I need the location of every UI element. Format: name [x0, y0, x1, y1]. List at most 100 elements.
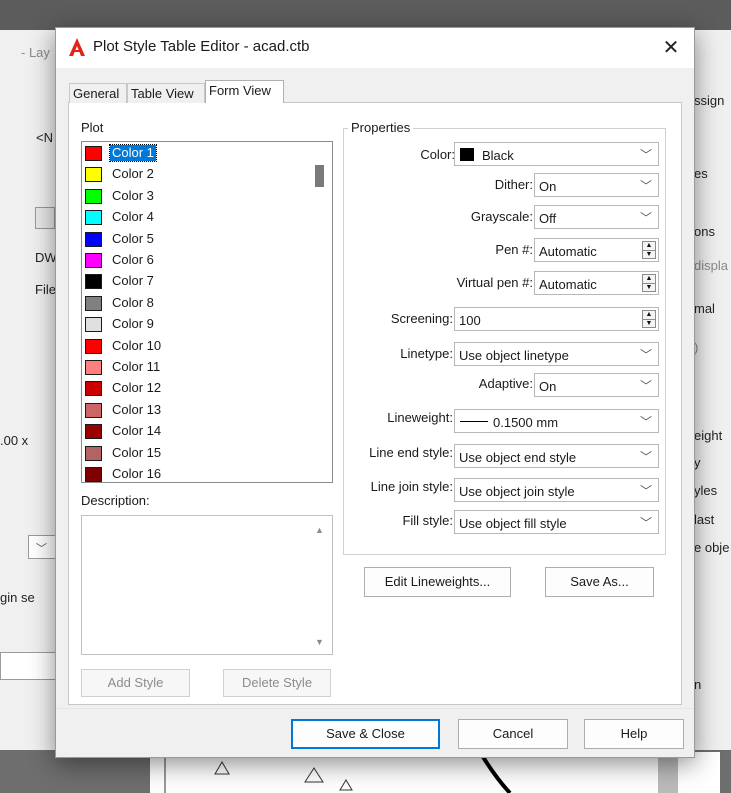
- arrow-up-icon[interactable]: ▲: [643, 275, 655, 283]
- plot-item-label: Color 8: [112, 294, 154, 310]
- virtual-pen-spinner[interactable]: Automatic ▲ ▼: [534, 271, 659, 295]
- bg-right-text: eight: [694, 428, 723, 443]
- save-close-button[interactable]: Save & Close: [291, 719, 440, 749]
- plot-item-label: Color 2: [112, 166, 154, 182]
- pen-number-label: Pen #:: [495, 242, 533, 257]
- list-item[interactable]: Color 9: [84, 314, 312, 335]
- tab-table-view[interactable]: Table View: [127, 83, 205, 103]
- list-item[interactable]: Color 13: [84, 400, 312, 421]
- bg-right-text: e obje: [694, 540, 730, 555]
- bg-right-text: last: [694, 512, 715, 527]
- bg-left-text: gin se: [0, 590, 35, 605]
- dither-label: Dither:: [494, 177, 533, 192]
- close-icon: ✕: [662, 37, 680, 59]
- list-item[interactable]: Color 1: [84, 143, 312, 164]
- color-swatch-icon: [85, 402, 102, 418]
- arrow-up-icon[interactable]: ▲: [643, 242, 655, 250]
- color-swatch-icon: [85, 424, 102, 440]
- color-swatch-icon: [85, 167, 102, 183]
- edit-lineweights-button[interactable]: Edit Lineweights...: [364, 567, 511, 597]
- list-item[interactable]: Color 4: [84, 207, 312, 228]
- list-item[interactable]: Color 6: [84, 250, 312, 271]
- spinner-buttons[interactable]: ▲ ▼: [642, 274, 656, 292]
- dither-dropdown[interactable]: On ﹀: [534, 173, 659, 197]
- bg-right-text: ons: [694, 224, 715, 239]
- add-style-button[interactable]: Add Style: [81, 669, 190, 697]
- list-item[interactable]: Color 16: [84, 464, 312, 482]
- bg-right-text: yles: [694, 483, 718, 498]
- description-textarea[interactable]: ▲ ▼: [81, 515, 333, 655]
- fill-style-dropdown[interactable]: Use object fill style ﹀: [454, 510, 659, 534]
- bg-left-text: File: [35, 282, 56, 297]
- cancel-button[interactable]: Cancel: [458, 719, 568, 749]
- grayscale-dropdown[interactable]: Off ﹀: [534, 205, 659, 229]
- arrow-down-icon[interactable]: ▼: [643, 319, 655, 327]
- plot-item-label: Color 10: [112, 337, 162, 353]
- virtual-pen-label: Virtual pen #:: [456, 275, 533, 290]
- plot-item-label: Color 11: [112, 359, 161, 374]
- scroll-up-icon[interactable]: ▲: [315, 525, 324, 535]
- delete-style-button[interactable]: Delete Style: [223, 669, 331, 697]
- description-label: Description:: [81, 493, 150, 508]
- color-swatch-icon: [85, 274, 102, 290]
- spinner-buttons[interactable]: ▲ ▼: [642, 241, 656, 259]
- color-swatch-icon: [85, 381, 102, 397]
- bg-tab-layout: - Lay: [21, 45, 50, 60]
- tab-general[interactable]: General: [69, 83, 127, 103]
- bg-right-text: n: [694, 677, 702, 692]
- list-item[interactable]: Color 3: [84, 186, 312, 207]
- screening-spinner[interactable]: 100 ▲ ▼: [454, 307, 659, 331]
- list-item[interactable]: Color 8: [84, 293, 312, 314]
- adaptive-dropdown[interactable]: On ﹀: [534, 373, 659, 397]
- color-swatch-icon: [85, 360, 102, 375]
- arrow-down-icon[interactable]: ▼: [643, 283, 655, 291]
- list-item[interactable]: Color 10: [84, 336, 312, 357]
- color-value: Black: [482, 148, 514, 163]
- bg-dropdown: ﹀: [28, 535, 56, 559]
- scroll-down-icon[interactable]: ▼: [315, 637, 324, 647]
- grayscale-label: Grayscale:: [470, 209, 533, 224]
- list-item[interactable]: Color 15: [84, 443, 312, 464]
- color-dropdown[interactable]: Black ﹀: [454, 142, 659, 166]
- background-titlebar: [0, 0, 731, 30]
- list-item[interactable]: Color 14: [84, 421, 312, 442]
- bg-left-text: .00 x: [0, 433, 29, 448]
- arrow-up-icon[interactable]: ▲: [643, 311, 655, 319]
- plot-item-label: Color 12: [112, 380, 162, 396]
- tab-form-view[interactable]: Form View: [205, 80, 284, 103]
- line-end-style-dropdown[interactable]: Use object end style ﹀: [454, 444, 659, 468]
- list-item[interactable]: Color 12: [84, 378, 312, 399]
- bg-right-text: ssign: [694, 93, 725, 108]
- list-item[interactable]: Color 7: [84, 271, 312, 292]
- lineweight-dropdown[interactable]: 0.1500 mm ﹀: [454, 409, 659, 433]
- spinner-buttons[interactable]: ▲ ▼: [642, 310, 656, 328]
- adaptive-label: Adaptive:: [478, 376, 533, 391]
- close-button[interactable]: ✕: [654, 34, 688, 62]
- chevron-down-icon: ﹀: [639, 148, 652, 162]
- chevron-down-icon: ﹀: [639, 415, 652, 429]
- fill-style-label: Fill style:: [402, 513, 453, 528]
- arrow-down-icon[interactable]: ▼: [643, 250, 655, 258]
- list-item[interactable]: Color 11: [84, 357, 312, 378]
- list-item[interactable]: Color 2: [84, 164, 312, 185]
- lineweight-line-icon: [460, 421, 488, 422]
- line-join-style-dropdown[interactable]: Use object join style ﹀: [454, 478, 659, 502]
- list-item[interactable]: Color 5: [84, 229, 312, 250]
- lineweight-value: 0.1500 mm: [493, 415, 559, 430]
- help-button[interactable]: Help: [584, 719, 684, 749]
- plot-list-scrollbar-thumb[interactable]: [315, 165, 324, 187]
- bg-left-text: <N: [36, 130, 53, 145]
- plot-item-label: Color 7: [112, 273, 154, 289]
- plot-item-label: Color 13: [112, 401, 162, 417]
- plot-styles-list[interactable]: Color 1 Color 2 Color 3 Color 4 Color 5 Color…: [81, 141, 333, 483]
- linetype-dropdown[interactable]: Use object linetype ﹀: [454, 342, 659, 366]
- chevron-down-icon: ﹀: [639, 379, 652, 393]
- plot-item-label: Color 4: [112, 209, 154, 225]
- fill-style-value: Use object fill style: [459, 516, 567, 531]
- dialog-titlebar: Plot Style Table Editor - acad.ctb ✕: [56, 28, 694, 68]
- color-swatch-icon: [85, 295, 102, 311]
- pen-number-spinner[interactable]: Automatic ▲ ▼: [534, 238, 659, 262]
- save-as-button[interactable]: Save As...: [545, 567, 654, 597]
- plot-item-label: Color 6: [112, 252, 154, 267]
- line-end-style-label: Line end style:: [369, 445, 453, 460]
